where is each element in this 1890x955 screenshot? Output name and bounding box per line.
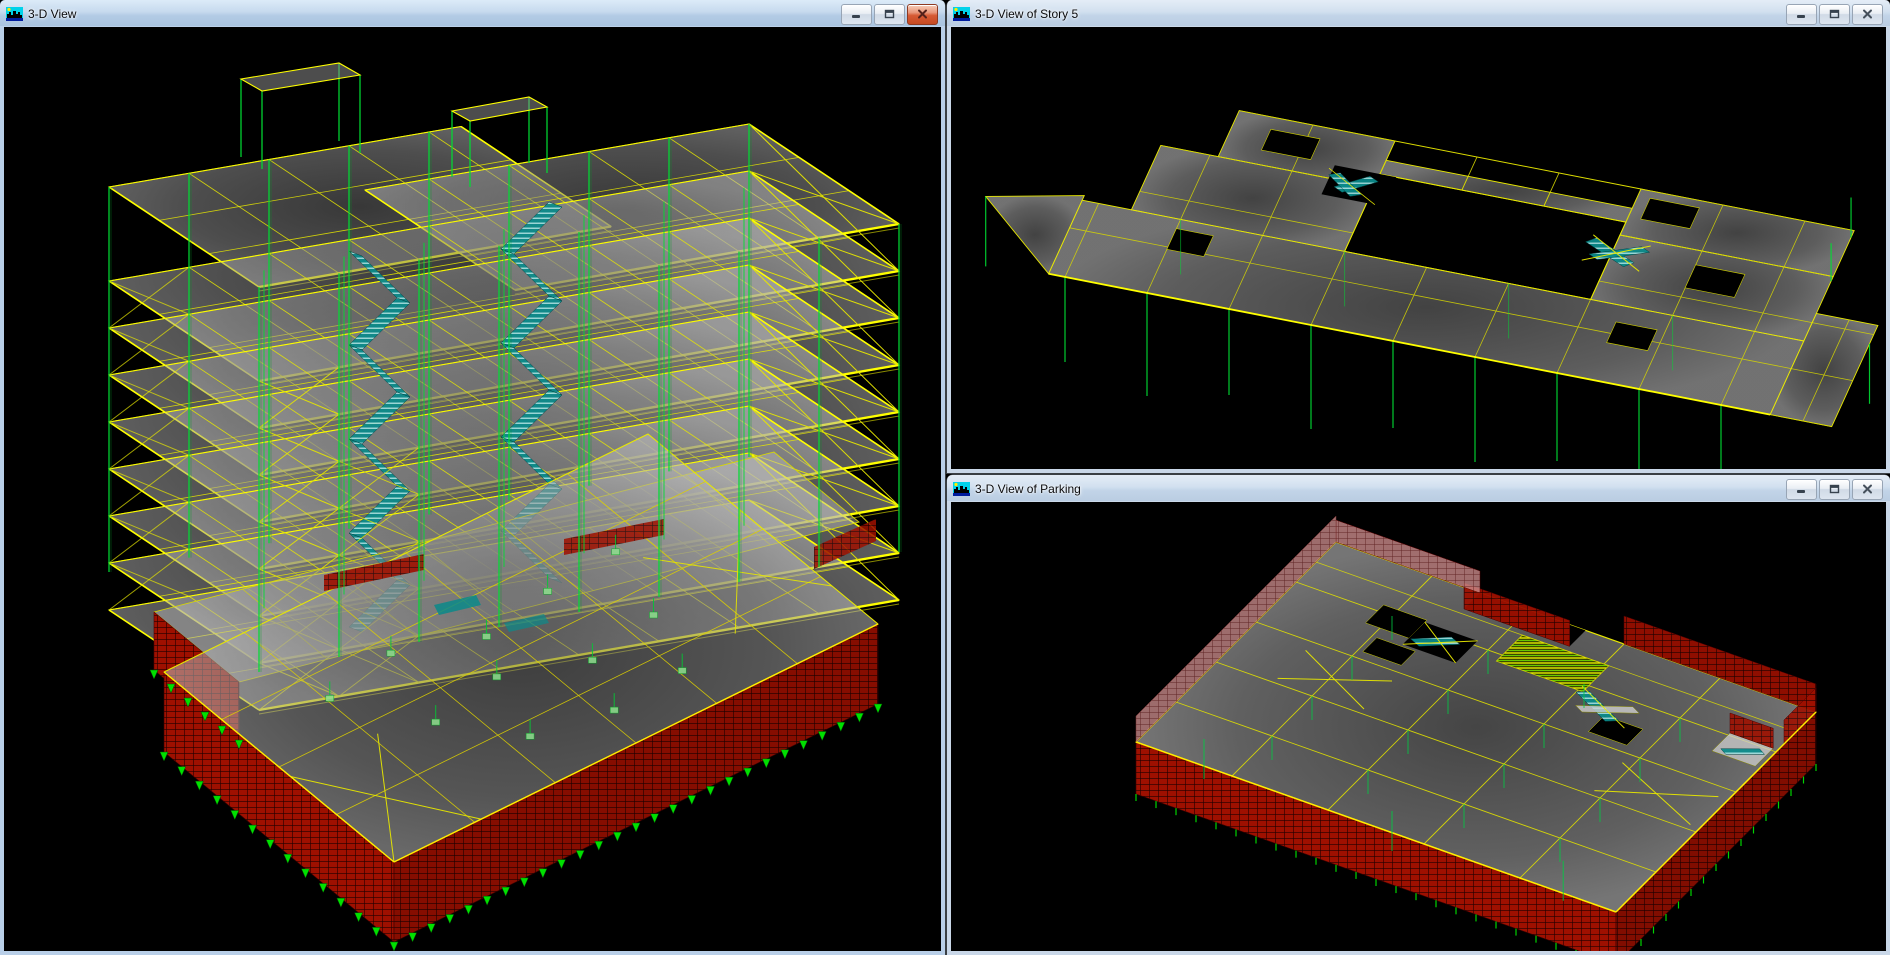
restore-icon: [1829, 9, 1840, 19]
close-button[interactable]: [1852, 479, 1883, 500]
app-window-icon[interactable]: [6, 6, 23, 22]
minimize-button[interactable]: [1786, 4, 1817, 25]
window-parking-view: 3-D View of Parking: [947, 475, 1890, 955]
window-3d-view: 3-D View: [0, 0, 945, 955]
titlebar-3d-view[interactable]: 3-D View: [0, 0, 945, 26]
titlebar-story5[interactable]: 3-D View of Story 5: [947, 0, 1890, 26]
restore-icon: [1829, 484, 1840, 494]
minimize-icon: [851, 10, 862, 19]
window-title: 3-D View: [28, 7, 841, 21]
viewport-3d-view[interactable]: [4, 27, 941, 951]
workspace: { "windows": [ { "id": "view3d", "title"…: [0, 0, 1890, 955]
app-window-icon[interactable]: [953, 481, 970, 497]
app-window-icon[interactable]: [953, 6, 970, 22]
viewport-parking[interactable]: [951, 502, 1886, 951]
window-title: 3-D View of Parking: [975, 482, 1786, 496]
close-icon: [1862, 9, 1873, 19]
close-button[interactable]: [907, 4, 938, 25]
viewport-story5[interactable]: [951, 27, 1886, 469]
story5-3d-render: [951, 27, 1886, 469]
minimize-icon: [1796, 485, 1807, 494]
minimize-button[interactable]: [841, 4, 872, 25]
window-title: 3-D View of Story 5: [975, 7, 1786, 21]
titlebar-parking[interactable]: 3-D View of Parking: [947, 475, 1890, 501]
parking-3d-render: [951, 502, 1886, 951]
close-icon: [917, 9, 928, 19]
window-story5-view: 3-D View of Story 5: [947, 0, 1890, 473]
close-icon: [1862, 484, 1873, 494]
restore-button[interactable]: [1819, 479, 1850, 500]
minimize-icon: [1796, 10, 1807, 19]
restore-icon: [884, 9, 895, 19]
minimize-button[interactable]: [1786, 479, 1817, 500]
restore-button[interactable]: [874, 4, 905, 25]
close-button[interactable]: [1852, 4, 1883, 25]
restore-button[interactable]: [1819, 4, 1850, 25]
building-3d-render: [4, 27, 941, 951]
